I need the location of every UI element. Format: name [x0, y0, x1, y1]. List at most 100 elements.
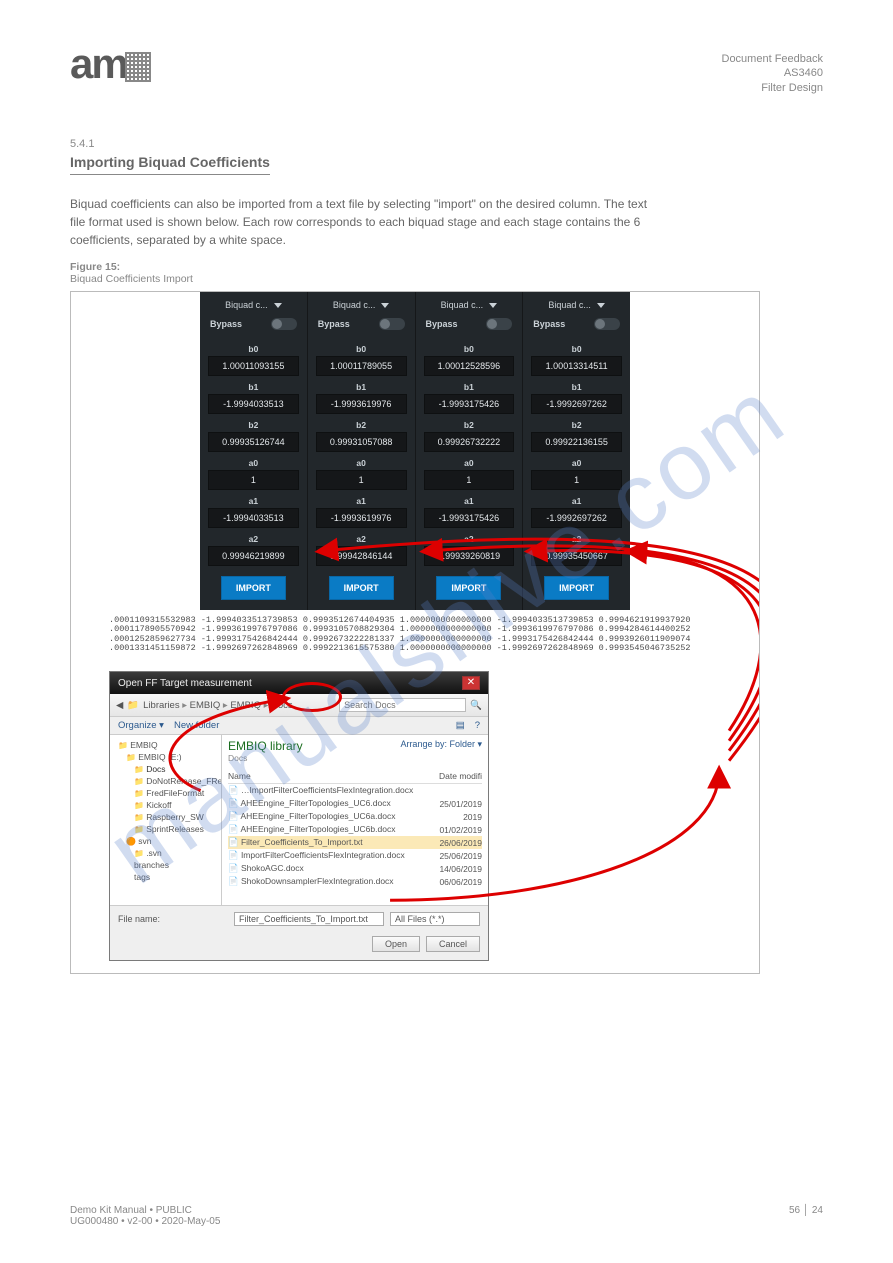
- folder-icon: 📁: [127, 700, 139, 711]
- tree-item[interactable]: Raspberry_SW: [114, 811, 217, 823]
- coef-value-a0[interactable]: 1: [316, 470, 407, 490]
- coef-value-a2[interactable]: 0.99942846144: [316, 546, 407, 566]
- coef-value-b1[interactable]: -1.9992697262: [531, 394, 622, 414]
- biquad-column: Biquad c... Bypassb01.00013314511b1-1.99…: [523, 292, 630, 610]
- coef-value-b2[interactable]: 0.99935126744: [208, 432, 299, 452]
- crumb-part[interactable]: EMBIQ: [190, 700, 221, 711]
- coef-value-a1[interactable]: -1.9993175426: [424, 508, 515, 528]
- import-button[interactable]: IMPORT: [436, 576, 501, 600]
- figure-box: Biquad c... Bypass b0 1.00011093155 b1 -1.99…: [70, 291, 760, 974]
- open-button[interactable]: Open: [372, 936, 420, 952]
- tree-item[interactable]: .svn: [114, 847, 217, 859]
- biquad-type-select[interactable]: Biquad c...: [206, 300, 301, 310]
- coef-value-a2[interactable]: 0.99946219899: [208, 546, 299, 566]
- coef-label-b1: b1: [422, 382, 517, 392]
- biquad-column: Biquad c... Bypassb01.00011789055b1-1.99…: [308, 292, 416, 610]
- coef-value-b1[interactable]: -1.9993175426: [424, 394, 515, 414]
- arrange-by[interactable]: Arrange by: Folder ▾: [400, 739, 482, 750]
- tree-item[interactable]: SprintReleases: [114, 823, 217, 835]
- coef-label-b1: b1: [529, 382, 624, 392]
- coef-label-b0: b0: [206, 344, 301, 354]
- bypass-toggle[interactable]: [486, 318, 512, 330]
- coef-value-a2[interactable]: 0.99939260819: [424, 546, 515, 566]
- coef-value-b2[interactable]: 0.99922136155: [531, 432, 622, 452]
- chevron-down-icon: [597, 303, 605, 308]
- coef-value-b2[interactable]: 0.99926732222: [424, 432, 515, 452]
- crumb-part[interactable]: EMBIQ: [230, 700, 261, 711]
- bypass-toggle[interactable]: [379, 318, 405, 330]
- dialog-search-input[interactable]: [339, 698, 466, 712]
- tree-item[interactable]: branches: [114, 859, 217, 871]
- coef-value-a1[interactable]: -1.9993619976: [316, 508, 407, 528]
- filetype-select[interactable]: All Files (*.*): [390, 912, 480, 926]
- tree-item[interactable]: EMBIQ (E:): [114, 751, 217, 763]
- coef-value-b0[interactable]: 1.00011093155: [208, 356, 299, 376]
- crumb-part[interactable]: Docs: [271, 700, 293, 711]
- search-refresh-icon[interactable]: 🔍: [470, 700, 482, 711]
- coef-value-a1[interactable]: -1.9992697262: [531, 508, 622, 528]
- import-button[interactable]: IMPORT: [544, 576, 609, 600]
- dialog-close-button[interactable]: ✕: [462, 676, 480, 690]
- filename-field[interactable]: Filter_Coefficients_To_Import.txt: [234, 912, 384, 926]
- coef-value-b0[interactable]: 1.00011789055: [316, 356, 407, 376]
- coef-label-a0: a0: [422, 458, 517, 468]
- bypass-toggle[interactable]: [594, 318, 620, 330]
- section-title: Importing Biquad Coefficients: [70, 154, 270, 175]
- header-docinfo: Document Feedback AS3460 Filter Design: [722, 52, 824, 95]
- file-row[interactable]: 📄 AHEEngine_FilterTopologies_UC6a.docx20…: [228, 810, 482, 823]
- crumb-part[interactable]: Libraries: [143, 700, 179, 711]
- coef-value-b1[interactable]: -1.9994033513: [208, 394, 299, 414]
- chevron-down-icon: [381, 303, 389, 308]
- file-row[interactable]: 📄 ImportFilterCoefficientsFlexIntegratio…: [228, 849, 482, 862]
- file-row[interactable]: 📄 ShokoDownsamplerFlexIntegration.docx06…: [228, 875, 482, 888]
- coef-value-b0[interactable]: 1.00012528596: [424, 356, 515, 376]
- footer-right: 56 │ 24: [789, 1205, 823, 1227]
- import-button[interactable]: IMPORT: [329, 576, 394, 600]
- view-icon[interactable]: ▤: [456, 720, 465, 731]
- footer-left: Demo Kit Manual • PUBLIC UG000480 • v2-0…: [70, 1205, 220, 1227]
- file-list-table[interactable]: Name Date modifi 📄 …ImportFilterCoeffici…: [228, 769, 482, 888]
- help-icon[interactable]: ?: [475, 720, 480, 731]
- coef-value-b1[interactable]: -1.9993619976: [316, 394, 407, 414]
- dialog-path-bar[interactable]: ◀ 📁 Libraries ▸ EMBIQ ▸ EMBIQ ▸ Docs 🔍: [110, 694, 488, 717]
- tree-item[interactable]: Docs: [114, 763, 217, 775]
- newfolder-button[interactable]: New folder: [174, 720, 219, 731]
- coef-label-b2: b2: [206, 420, 301, 430]
- coef-label-a2: a2: [314, 534, 409, 544]
- file-row[interactable]: 📄 Filter_Coefficients_To_Import.txt26/06…: [228, 836, 482, 849]
- tree-item[interactable]: Kickoff: [114, 799, 217, 811]
- file-row[interactable]: 📄 AHEEngine_FilterTopologies_UC6b.docx01…: [228, 823, 482, 836]
- file-row[interactable]: 📄 ShokoAGC.docx14/06/2019: [228, 862, 482, 875]
- organize-button[interactable]: Organize ▾: [118, 720, 164, 731]
- coef-value-a1[interactable]: -1.9994033513: [208, 508, 299, 528]
- bypass-label: Bypass: [533, 319, 565, 329]
- folder-tree[interactable]: EMBIQEMBIQ (E:)DocsDoNotRelease_FReD_Pok…: [110, 735, 222, 905]
- import-button[interactable]: IMPORT: [221, 576, 286, 600]
- col-name[interactable]: Name: [228, 769, 418, 784]
- cancel-button[interactable]: Cancel: [426, 936, 480, 952]
- coef-value-a0[interactable]: 1: [531, 470, 622, 490]
- coef-label-b2: b2: [314, 420, 409, 430]
- library-sub: Docs: [228, 753, 482, 763]
- col-date[interactable]: Date modifi: [418, 769, 482, 784]
- biquad-type-select[interactable]: Biquad c...: [529, 300, 624, 310]
- coef-label-a2: a2: [529, 534, 624, 544]
- coef-label-a1: a1: [422, 496, 517, 506]
- coef-value-b0[interactable]: 1.00013314511: [531, 356, 622, 376]
- file-row[interactable]: 📄 …ImportFilterCoefficientsFlexIntegrati…: [228, 784, 482, 798]
- tree-item[interactable]: FredFileFormat: [114, 787, 217, 799]
- doc-partno: AS3460: [722, 66, 824, 80]
- coef-value-a0[interactable]: 1: [208, 470, 299, 490]
- tree-item[interactable]: tags: [114, 871, 217, 883]
- tree-item[interactable]: DoNotRelease_FReD_Pok: [114, 775, 217, 787]
- tree-item[interactable]: EMBIQ: [114, 739, 217, 751]
- coef-value-a0[interactable]: 1: [424, 470, 515, 490]
- nav-back-icon[interactable]: ◀: [116, 700, 123, 711]
- bypass-toggle[interactable]: [271, 318, 297, 330]
- biquad-type-select[interactable]: Biquad c...: [314, 300, 409, 310]
- coef-value-b2[interactable]: 0.99931057088: [316, 432, 407, 452]
- file-row[interactable]: 📄 AHEEngine_FilterTopologies_UC6.docx25/…: [228, 797, 482, 810]
- tree-item[interactable]: svn: [114, 835, 217, 847]
- biquad-type-select[interactable]: Biquad c...: [422, 300, 517, 310]
- coef-value-a2[interactable]: 0.99935450667: [531, 546, 622, 566]
